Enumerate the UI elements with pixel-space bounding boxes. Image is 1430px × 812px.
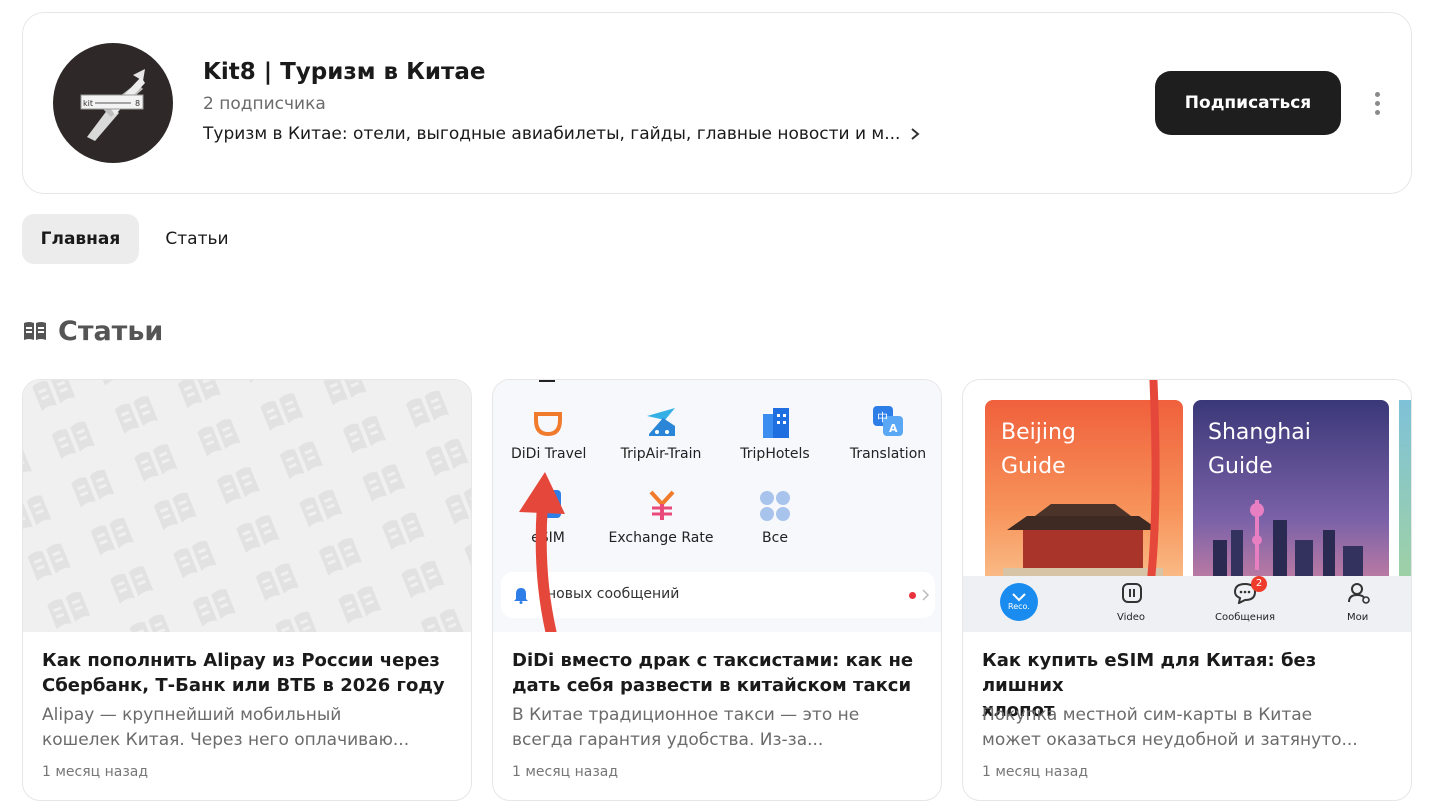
subscribe-button[interactable]: Подписаться (1155, 71, 1341, 135)
article-image-guides: Beijing Guide Shanghai Guide Reco. Video (963, 380, 1411, 632)
article-excerpt-line: кошелек Китая. Через него оплачиваю... (42, 730, 410, 750)
article-excerpt-line: может оказаться неудобной и затянуто... (982, 730, 1358, 750)
channel-description[interactable]: Туризм в Китае: отели, выгодные авиабиле… (203, 124, 922, 144)
guide-label-line: Guide (1001, 454, 1066, 479)
messages-badge: 2 (1251, 576, 1267, 592)
tab-articles[interactable]: Статьи (146, 214, 248, 264)
article-excerpt-line: В Китае традиционное такси — это не (512, 705, 860, 725)
tabbar-label-messages: Сообщения (1215, 612, 1276, 623)
channel-title[interactable]: Kit8 | Туризм в Китае (203, 59, 485, 85)
article-title-line: DiDi вместо драк с таксистами: как не (512, 650, 914, 671)
tabbar-label-video: Video (1117, 612, 1146, 623)
article-card[interactable]: 中 A DiDi Travel TripAir-Train TripHotels… (492, 379, 942, 801)
article-excerpt-line: всегда гарантия удобства. Из-за... (512, 730, 824, 750)
section-heading-articles: Статьи (22, 316, 163, 347)
article-placeholder-image (23, 380, 471, 632)
tabbar-label-reco: Reco. (1008, 602, 1030, 611)
article-title[interactable]: Как пополнить Alipay из России через Сбе… (42, 648, 452, 698)
article-excerpt: Alipay — крупнейший мобильный кошелек Ки… (42, 703, 452, 753)
article-card[interactable]: Beijing Guide Shanghai Guide Reco. Video (962, 379, 1412, 801)
article-title-line: дать себя развести в китайском такси (512, 675, 912, 696)
more-options-icon[interactable] (1365, 87, 1389, 119)
app-tabbar: Reco. Video 2 Сообщения Мои (963, 576, 1411, 632)
tab-home[interactable]: Главная (22, 214, 139, 264)
avatar-text-right: 8 (135, 99, 140, 108)
article-title[interactable]: DiDi вместо драк с таксистами: как не да… (512, 648, 922, 698)
article-card[interactable]: Как пополнить Alipay из России через Сбе… (22, 379, 472, 801)
article-excerpt: Покупка местной сим-карты в Китае может … (982, 703, 1392, 753)
guide-label-beijing: Beijing Guide (1001, 416, 1076, 484)
tabbar-label-mine: Мои (1347, 612, 1369, 623)
book-icon (24, 321, 46, 340)
red-arrow-icon (519, 472, 565, 632)
guide-label-shanghai: Shanghai Guide (1208, 416, 1311, 484)
article-date: 1 месяц назад (982, 764, 1089, 780)
article-title-line: Как пополнить Alipay из России через (42, 650, 440, 671)
chevron-right-icon (911, 128, 921, 140)
placeholder-pattern-icon (23, 380, 471, 632)
article-date: 1 месяц назад (512, 764, 619, 780)
channel-avatar[interactable]: kit 8 (53, 43, 173, 163)
channel-description-text: Туризм в Китае: отели, выгодные авиабиле… (203, 124, 901, 144)
avatar-text-left: kit (83, 99, 93, 108)
article-excerpt-line: Alipay — крупнейший мобильный (42, 705, 342, 725)
article-title-line: Сбербанк, Т-Банк или ВТБ в 2026 году (42, 675, 445, 696)
profile-icon (1348, 583, 1370, 604)
article-excerpt: В Китае традиционное такси — это не всег… (512, 703, 922, 753)
guide-label-line: Shanghai (1208, 420, 1311, 445)
article-image-app-screenshot: 中 A DiDi Travel TripAir-Train TripHotels… (493, 380, 941, 632)
section-title: Статьи (58, 316, 164, 347)
subscriber-count: 2 подписчика (203, 94, 326, 114)
article-date: 1 месяц назад (42, 764, 149, 780)
article-excerpt-line: Покупка местной сим-карты в Китае (982, 705, 1313, 725)
guide-label-line: Guide (1208, 454, 1273, 479)
kit8-logo-icon: kit 8 (80, 69, 145, 141)
guide-label-line: Beijing (1001, 420, 1076, 445)
article-title-line: Как купить eSIM для Китая: без лишних (982, 650, 1317, 696)
channel-header-card: kit 8 Kit8 | Туризм в Китае 2 подписчика… (22, 12, 1412, 194)
video-icon (1122, 583, 1142, 603)
